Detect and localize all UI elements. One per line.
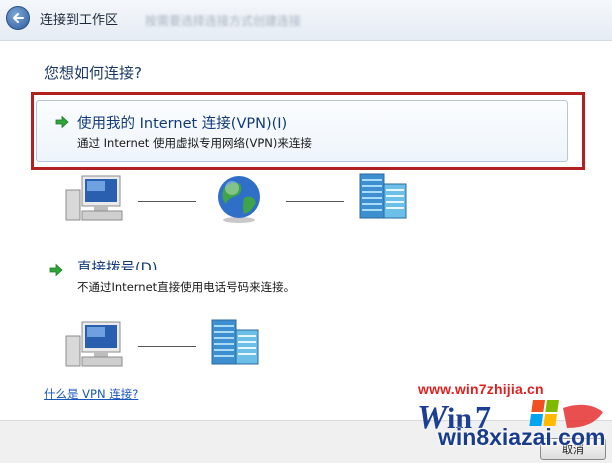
blurred-banner: 按需要选择连接方式创建连接 bbox=[145, 14, 302, 28]
green-arrow-icon bbox=[49, 263, 63, 277]
back-arrow-icon bbox=[13, 13, 24, 23]
window-title: 连接到工作区 bbox=[40, 13, 119, 28]
connector-line bbox=[138, 201, 196, 202]
connector-line bbox=[286, 201, 344, 202]
option-vpn-description: 通过 Internet 使用虚拟专用网络(VPN)来连接 bbox=[77, 136, 312, 150]
office-building-icon bbox=[211, 319, 259, 365]
connector-line bbox=[138, 346, 196, 347]
green-arrow-icon bbox=[55, 115, 69, 129]
help-link-vpn[interactable]: 什么是 VPN 连接? bbox=[44, 386, 138, 402]
option-vpn-title[interactable]: 使用我的 Internet 连接(VPN)(I) bbox=[77, 112, 287, 133]
back-button[interactable] bbox=[6, 6, 30, 30]
office-building-icon bbox=[359, 173, 407, 219]
computer-icon bbox=[65, 321, 123, 367]
computer-icon bbox=[65, 175, 123, 221]
option-dialup-title[interactable]: 直接拨号(D) bbox=[77, 258, 157, 270]
page-title: 您想如何连接? bbox=[44, 64, 142, 82]
option-dialup-description: 不通过Internet直接使用电话号码来连接。 bbox=[77, 280, 296, 294]
globe-icon bbox=[218, 176, 260, 223]
watermark-site-1: www.win7zhijia.cn bbox=[418, 381, 544, 397]
watermark-site-2: win8xiazai.com bbox=[438, 424, 606, 450]
